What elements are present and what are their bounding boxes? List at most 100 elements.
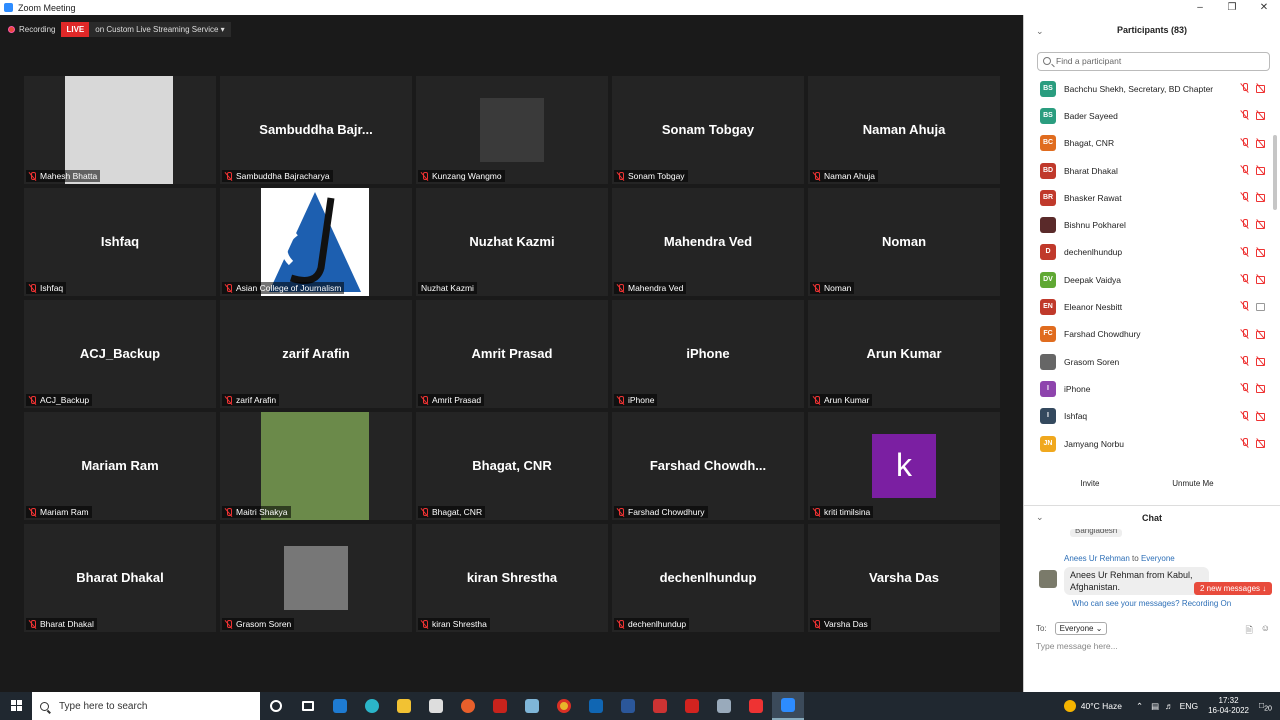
participant-row[interactable]: BS Bachchu Shekh, Secretary, BD Chapter [1024, 75, 1274, 102]
participant-row[interactable]: DV Deepak Vaidya [1024, 266, 1274, 293]
video-tile[interactable]: Kunzang Wangmo [416, 76, 608, 184]
video-tile[interactable]: ACJ_Backup ACJ_Backup [24, 300, 216, 408]
invite-button[interactable]: Invite [1072, 477, 1107, 490]
close-button[interactable]: ✕ [1248, 0, 1280, 15]
video-tile[interactable]: Varsha Das Varsha Das [808, 524, 1000, 632]
unmute-me-button[interactable]: Unmute Me [1164, 477, 1221, 490]
video-tile[interactable]: Ishfaq Ishfaq [24, 188, 216, 296]
recipient-dropdown[interactable]: Everyone ⌄ [1054, 622, 1108, 635]
video-tile[interactable]: Noman Noman [808, 188, 1000, 296]
start-button[interactable] [0, 692, 32, 720]
video-tile[interactable]: Maitri Shakya [220, 412, 412, 520]
app-icon[interactable] [516, 692, 548, 720]
task-view-icon[interactable] [292, 692, 324, 720]
chat-sender[interactable]: Anees Ur Rehman [1064, 554, 1130, 563]
cortana-icon[interactable] [260, 692, 292, 720]
video-tile[interactable]: Sonam Tobgay Sonam Tobgay [612, 76, 804, 184]
tile-name-label: Kunzang Wangmo [418, 170, 505, 182]
participant-row[interactable]: IiPhone [1024, 375, 1274, 402]
tile-name-label: Sonam Tobgay [614, 170, 688, 182]
word-icon[interactable] [612, 692, 644, 720]
avatar: BR [1040, 189, 1056, 206]
participant-name: Bader Sayeed [1064, 110, 1118, 121]
taskbar-search-input[interactable]: Type here to search [32, 692, 260, 720]
video-tile[interactable]: Mahesh Bhatta [24, 76, 216, 184]
participant-row[interactable]: Grasom Soren [1024, 348, 1274, 375]
tile-name: Noman [824, 283, 852, 293]
video-tile[interactable]: Sambuddha Bajr... Sambuddha Bajracharya [220, 76, 412, 184]
video-tile[interactable]: Grasom Soren [220, 524, 412, 632]
video-tile[interactable]: iPhone iPhone [612, 300, 804, 408]
chat-message-input[interactable]: Type message here... [1036, 641, 1118, 651]
mic-muted-icon [1240, 137, 1250, 148]
language-indicator[interactable]: ENG [1180, 701, 1198, 711]
chat-recipient[interactable]: Everyone [1141, 554, 1175, 563]
outlook-icon[interactable] [580, 692, 612, 720]
tile-name-label: Maitri Shakya [222, 506, 291, 518]
participant-row[interactable]: JN Jamyang Norbu [1024, 430, 1274, 457]
participants-scrollbar[interactable] [1273, 135, 1277, 210]
participant-row[interactable]: Ddechenlhundup [1024, 239, 1274, 266]
clock[interactable]: 17:32 16-04-2022 [1208, 696, 1249, 716]
avatar: I [1040, 408, 1056, 425]
video-tile[interactable]: Amrit Prasad Amrit Prasad [416, 300, 608, 408]
store-icon[interactable] [420, 692, 452, 720]
participant-row[interactable]: I Ishfaq [1024, 403, 1274, 430]
video-tile[interactable]: Naman Ahuja Naman Ahuja [808, 76, 1000, 184]
video-off-icon [1256, 274, 1266, 285]
participant-row[interactable]: BR Bhasker Rawat [1024, 184, 1274, 211]
firefox-icon[interactable] [452, 692, 484, 720]
volume-icon[interactable]: ♬ [1165, 701, 1174, 711]
video-tile[interactable]: Farshad Chowdh... Farshad Chowdhury [612, 412, 804, 520]
minimize-button[interactable]: – [1184, 0, 1216, 15]
video-tile[interactable]: Asian College of Journalism [220, 188, 412, 296]
muted-mic-icon [813, 395, 820, 405]
weather-label[interactable]: 40°C Haze [1081, 701, 1122, 711]
video-tile[interactable]: Bhagat, CNR Bhagat, CNR [416, 412, 608, 520]
calculator-icon[interactable] [708, 692, 740, 720]
video-tile[interactable]: Bharat Dhakal Bharat Dhakal [24, 524, 216, 632]
video-tile[interactable]: kiran Shrestha kiran Shrestha [416, 524, 608, 632]
video-tile[interactable]: Mahendra Ved Mahendra Ved [612, 188, 804, 296]
clock-time: 17:32 [1218, 696, 1239, 705]
video-tile[interactable]: zarif Arafin zarif Arafin [220, 300, 412, 408]
live-badge[interactable]: LIVE [61, 21, 90, 37]
tile-display-name: Bhagat, CNR [472, 458, 552, 473]
video-tile[interactable]: Arun Kumar Arun Kumar [808, 300, 1000, 408]
participant-row[interactable]: FC Farshad Chowdhury [1024, 321, 1274, 348]
participant-row[interactable]: BS Bader Sayeed [1024, 102, 1274, 129]
tile-display-name: Noman [881, 234, 927, 249]
to-label: To: [1036, 624, 1047, 633]
participant-row[interactable]: BC Bhagat, CNR [1024, 130, 1274, 157]
file-explorer-icon[interactable] [388, 692, 420, 720]
muted-mic-icon [29, 507, 36, 517]
participant-search-input[interactable]: Find a participant [1037, 52, 1270, 71]
anydesk-icon[interactable] [740, 692, 772, 720]
restore-button[interactable]: ❐ [1216, 0, 1248, 15]
video-tile[interactable]: Nuzhat Kazmi Nuzhat Kazmi [416, 188, 608, 296]
mail-icon[interactable] [324, 692, 356, 720]
live-stream-dropdown[interactable]: on Custom Live Streaming Service ▾ [89, 21, 231, 37]
filezilla-icon[interactable] [484, 692, 516, 720]
participants-list: BS Bachchu Shekh, Secretary, BD Chapter BS… [1024, 75, 1274, 468]
chrome-icon[interactable] [548, 692, 580, 720]
edge-icon[interactable] [356, 692, 388, 720]
tray-chevron-icon[interactable]: ⌃ [1136, 701, 1143, 712]
pdf-editor-icon[interactable] [644, 692, 676, 720]
participant-row[interactable]: BD Bharat Dhakal [1024, 157, 1274, 184]
video-tile[interactable]: dechenlhundup dechenlhundup [612, 524, 804, 632]
emoji-icon[interactable]: ☺ [1261, 623, 1270, 639]
acrobat-icon[interactable] [676, 692, 708, 720]
new-messages-label: 2 new messages [1200, 584, 1261, 593]
network-icon[interactable]: ▤ [1151, 701, 1159, 712]
participant-row[interactable]: Bishnu Pokharel [1024, 211, 1274, 238]
who-can-see-link[interactable]: Who can see your messages? Recording On [1072, 599, 1231, 608]
notification-icon[interactable]: □20 [1259, 700, 1272, 713]
muted-mic-icon [225, 395, 232, 405]
video-tile[interactable]: Mariam Ram Mariam Ram [24, 412, 216, 520]
participant-row[interactable]: EN Eleanor Nesbitt [1024, 293, 1274, 320]
file-icon[interactable]: 🗎 [1246, 623, 1253, 639]
new-messages-button[interactable]: 2 new messages ↓ [1194, 582, 1273, 595]
video-tile[interactable]: k kriti timilsina [808, 412, 1000, 520]
zoom-taskbar-icon[interactable] [772, 692, 804, 720]
